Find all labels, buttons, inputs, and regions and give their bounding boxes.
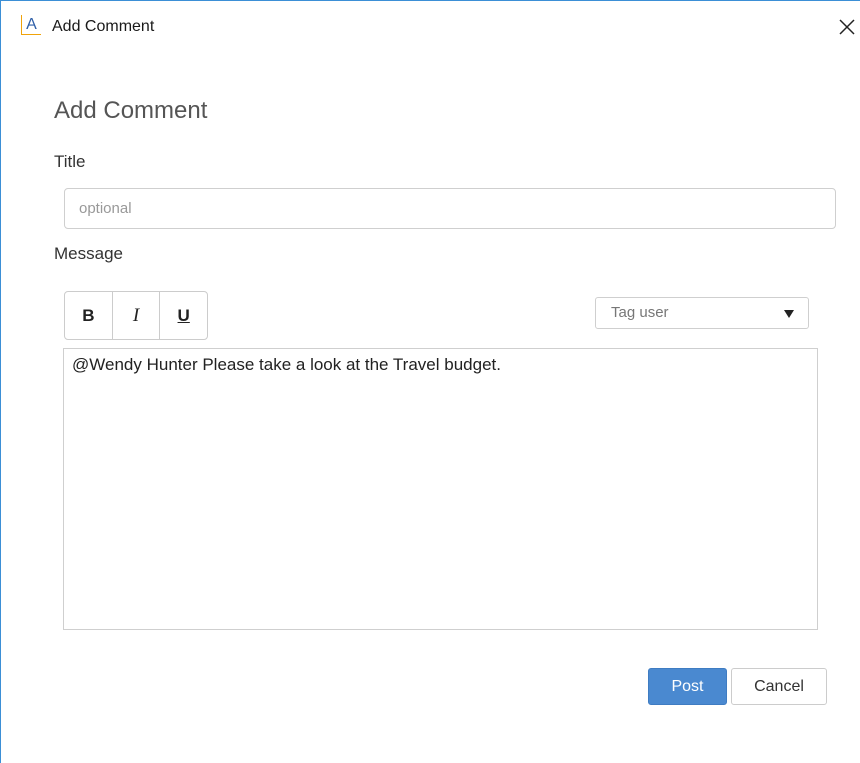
add-comment-dialog: A Add Comment Add Comment Title Message … bbox=[0, 0, 860, 763]
title-label: Title bbox=[54, 152, 86, 171]
bold-button[interactable]: B bbox=[65, 292, 112, 339]
app-logo-icon: A bbox=[21, 15, 41, 35]
cancel-button[interactable]: Cancel bbox=[731, 668, 827, 705]
form-heading: Add Comment bbox=[54, 97, 208, 124]
message-textarea[interactable]: @Wendy Hunter Please take a look at the … bbox=[63, 348, 818, 630]
italic-button[interactable]: I bbox=[111, 292, 160, 339]
formatting-toolbar: B I U bbox=[64, 291, 208, 340]
window-title: Add Comment bbox=[52, 18, 155, 35]
title-bar: A Add Comment bbox=[1, 1, 859, 53]
underline-button[interactable]: U bbox=[159, 292, 207, 339]
caret-down-icon bbox=[784, 310, 794, 318]
close-icon bbox=[839, 19, 855, 35]
tag-user-label: Tag user bbox=[611, 304, 669, 321]
post-button[interactable]: Post bbox=[648, 668, 727, 705]
message-label: Message bbox=[54, 244, 123, 263]
title-input[interactable] bbox=[64, 188, 836, 229]
tag-user-dropdown[interactable]: Tag user bbox=[595, 297, 809, 329]
close-button[interactable] bbox=[833, 13, 860, 41]
